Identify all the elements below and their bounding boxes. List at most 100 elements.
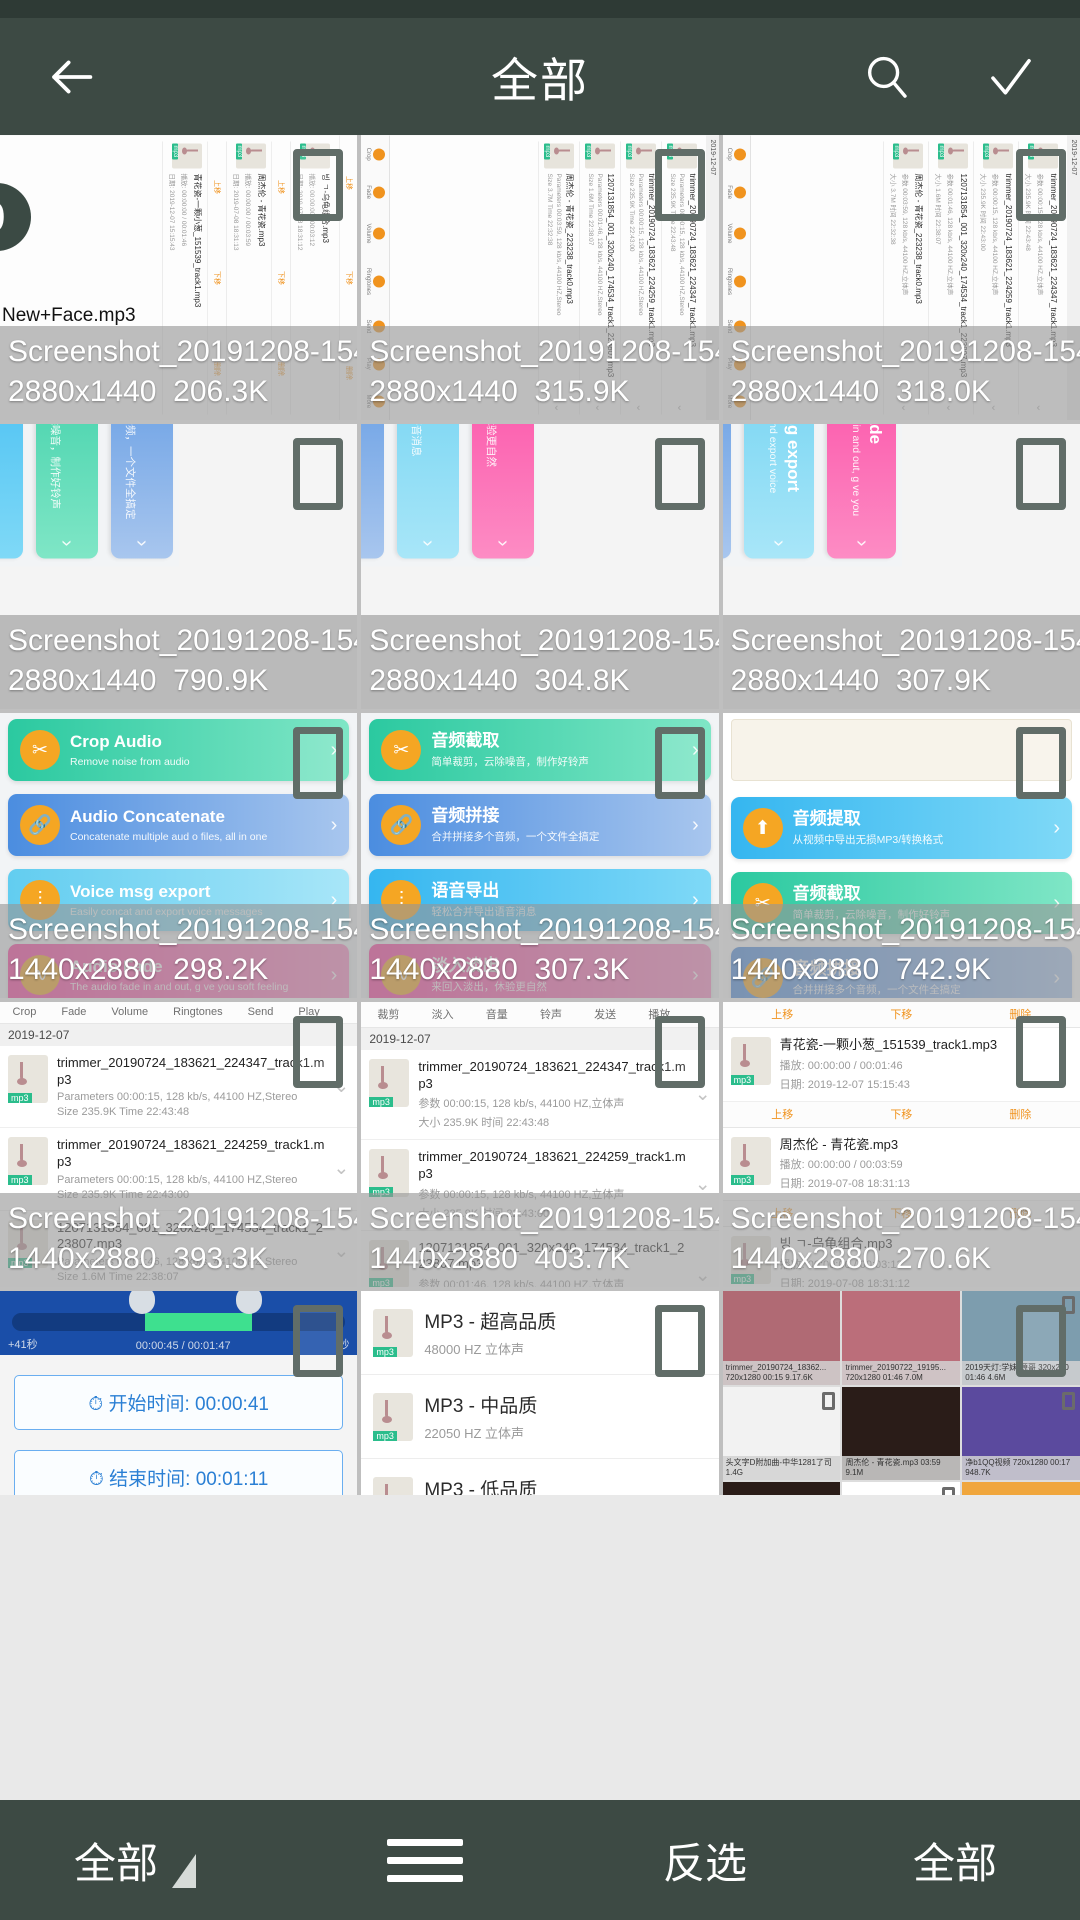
caption-dimensions: 1440x2880 xyxy=(730,1242,880,1276)
grid-item[interactable]: ∿ 淡入淡出来回入淡出，休验更自然 › ⫶ 语音导出轻松合并导出语音消息 › 🔗… xyxy=(361,424,719,709)
selection-checkbox[interactable] xyxy=(654,438,705,510)
selection-checkbox[interactable] xyxy=(654,149,705,221)
card-title: 语音导出 xyxy=(431,880,500,900)
select-all-button[interactable]: 全部 xyxy=(830,1830,1080,1891)
mp3-file-icon xyxy=(373,1476,414,1495)
card-title: 音频截取 xyxy=(792,883,861,903)
card-subtitle: 合并拼接多个音频，一个文件全搞定 xyxy=(431,831,600,844)
search-icon[interactable] xyxy=(860,50,914,104)
grid-item[interactable]: ✂ 音频截取 简单裁剪，云除噪音，制作好铃声 › 🔗 音频拼接 合并拼接多个音频，一… xyxy=(361,713,719,998)
selection-checkbox[interactable] xyxy=(822,1391,836,1410)
photo-cell: 周杰伦 - 青花瓷.mp3 03:59 9.1M xyxy=(842,1386,961,1481)
bell-icon xyxy=(734,274,747,287)
feature-card: ⬆ 音频提取从视频中导出无损MP3/转换格式 › xyxy=(0,424,23,559)
caption-name: Screenshot_20191208-1548 xyxy=(730,913,1080,947)
grid-item[interactable]: 2019-12-07 trimmer_20190724_183621_22434… xyxy=(722,135,1080,420)
grid-item[interactable]: MP3 - 超高品质 48000 HZ 立体声 MP3 - 中品质 22050 HZ… xyxy=(361,1291,719,1495)
toolbar-crop: Crop xyxy=(365,147,385,160)
mp3-file-icon xyxy=(938,143,969,168)
grid-item[interactable]: Crop Fade Volume Ringtones Send Play 201… xyxy=(0,1002,358,1287)
mp3-file-icon xyxy=(893,143,924,168)
grid-item[interactable]: 🔗 音频拼接合并拼接多个音频，一个文件全搞定 › ✂ 音频截取简单裁剪，云除噪音… xyxy=(0,424,358,709)
filter-all-button[interactable]: 全部 xyxy=(0,1830,270,1891)
link-icon: 🔗 xyxy=(381,805,422,845)
photo-cell: trimmer_20190724_18362... 720x1280 00:15… xyxy=(722,1291,841,1385)
card-title: 语音导出 xyxy=(427,424,447,530)
selection-checkbox[interactable] xyxy=(654,1016,705,1088)
check-icon[interactable] xyxy=(984,50,1038,104)
scissors-icon: ✂ xyxy=(381,730,422,770)
thumbnail-caption: Screenshot_20191208-1548 2880x1440 304.8… xyxy=(361,615,719,709)
photo-cell xyxy=(962,1482,1080,1495)
selection-checkbox[interactable] xyxy=(293,1016,344,1088)
selection-checkbox[interactable] xyxy=(293,149,344,221)
overlay-filename: New+Face.mp3 xyxy=(2,305,136,326)
action-down: 下移 xyxy=(276,270,284,285)
selection-checkbox[interactable] xyxy=(1016,1305,1066,1377)
mp3-file-icon xyxy=(543,143,574,168)
selection-checkbox[interactable] xyxy=(1062,1391,1075,1410)
mp3-file-icon xyxy=(171,143,202,168)
selection-checkbox[interactable] xyxy=(1016,1016,1066,1088)
feature-card: 🔗 音频拼接合并拼接多个音频，一个文件全搞定 › xyxy=(369,794,711,856)
caption-size: 206.3K xyxy=(173,375,269,409)
screen-root: 全部 上移 下移 删除 xyxy=(0,0,1080,1920)
photo-cell xyxy=(722,1482,841,1495)
selection-checkbox[interactable] xyxy=(1016,727,1066,799)
file-name: trimmer_20190724_183621_224259_track1.mp… xyxy=(57,1137,325,1169)
selection-checkbox[interactable] xyxy=(1016,438,1066,510)
thumbnail-grid[interactable]: 上移 下移 删除 빙 ㄱ-乌龟组合.mp3 播放: 00:00:00 / 00:… xyxy=(0,135,1080,1495)
caption-dimensions: 2880x1440 xyxy=(8,375,157,409)
grid-item[interactable]: 2019-12-07 trimmer_20190724_183621_22434… xyxy=(361,135,719,420)
card-title: 音频提取 xyxy=(0,424,11,530)
selection-checkbox[interactable] xyxy=(942,1487,956,1495)
list-item: MP3 - 低品质11025 HZ 单声道 xyxy=(361,1459,718,1495)
action-down: 下移 xyxy=(890,1009,913,1021)
end-time-button: ⏱ 结束时间: 00:01:11 xyxy=(14,1450,344,1495)
scissors-icon xyxy=(372,147,385,160)
select-all-label: 全部 xyxy=(912,1839,997,1887)
caption-dimensions: 2880x1440 xyxy=(730,664,880,698)
toolbar-fade: 淡入 xyxy=(431,1009,454,1021)
toolbar-crop: 裁剪 xyxy=(377,1009,400,1021)
selection-checkbox[interactable] xyxy=(654,727,705,799)
selection-checkbox[interactable] xyxy=(1016,149,1066,221)
caption-dimensions: 2880x1440 xyxy=(730,375,880,409)
file-meta-2: Size 235.9K Time 22:43:48 xyxy=(57,1106,190,1119)
grid-item[interactable]: 上移 下移 删除 青花瓷-一颗小葱_151539_track1.mp3 播放: … xyxy=(722,1002,1080,1287)
mp3-file-icon xyxy=(369,1059,410,1107)
toolbar-fade: Fade xyxy=(61,1006,87,1018)
caption-name: Screenshot_20191208-1544 xyxy=(8,1202,358,1236)
caption-name: Screenshot_20191208-1548 xyxy=(369,624,719,658)
invert-selection-button[interactable]: 反选 xyxy=(580,1830,830,1891)
grid-item[interactable]: ✂ Crop Audio Remove noise from audio › 🔗 … xyxy=(0,713,358,998)
caption-size: 393.3K xyxy=(173,1242,269,1276)
file-name: trimmer_20190724_183621_224347_track1.mp… xyxy=(57,1055,325,1087)
feature-card: ∿ 淡入淡出来回入淡出，休验更自然 › xyxy=(472,424,535,559)
caption-name: Screenshot_20191208-1543 xyxy=(730,1202,1080,1236)
chevron-right-icon: › xyxy=(492,539,515,547)
caption-name: Screenshot_20191208-1548 xyxy=(369,913,719,947)
mp3-file-icon xyxy=(983,143,1014,168)
grid-item[interactable]: 上移 下移 删除 빙 ㄱ-乌龟组合.mp3 播放: 00:00:00 / 00:… xyxy=(0,135,358,420)
selection-checkbox[interactable] xyxy=(293,727,344,799)
feature-card: ∿ Audio FadeThe audio fade in and out, g… xyxy=(826,424,896,559)
selection-checkbox[interactable] xyxy=(654,1305,705,1377)
selection-checkbox[interactable] xyxy=(293,438,344,510)
grid-item[interactable]: ⬆ 音频提取从视频中导出无损MP3/转换格式 › ✂ 音频截取简单裁剪，云除噪音… xyxy=(722,713,1080,998)
card-title: 音频提取 xyxy=(792,808,861,828)
action-delete: 删除 xyxy=(1009,1108,1032,1121)
toolbar-volume: Volume xyxy=(365,223,385,243)
arrow-left-icon[interactable] xyxy=(42,48,100,106)
file-play: 播放: 00:00:00 / 00:03:59 xyxy=(779,1159,903,1172)
toolbar-fade: Fade xyxy=(365,185,385,198)
volume-icon xyxy=(372,226,385,239)
grid-item[interactable]: trimmer_20190724_18362... 720x1280 00:15… xyxy=(722,1291,1080,1495)
toolbar-ringtones: 铃声 xyxy=(539,1009,562,1021)
grid-item[interactable]: +41秒 00:00:45 / 00:01:47 秒 ⏱ 开始时间: 00:00… xyxy=(0,1291,358,1495)
menu-button[interactable] xyxy=(270,1828,580,1893)
thumbnail-caption: Screenshot_20191208-1543 1440x2880 270.6… xyxy=(722,1193,1080,1287)
selection-checkbox[interactable] xyxy=(293,1305,344,1377)
grid-item[interactable]: ∿ Audio FadeThe audio fade in and out, g… xyxy=(722,424,1080,709)
grid-item[interactable]: 裁剪 淡入 音量 铃声 发送 播放 2019-12-07 trimmer_201… xyxy=(361,1002,719,1287)
